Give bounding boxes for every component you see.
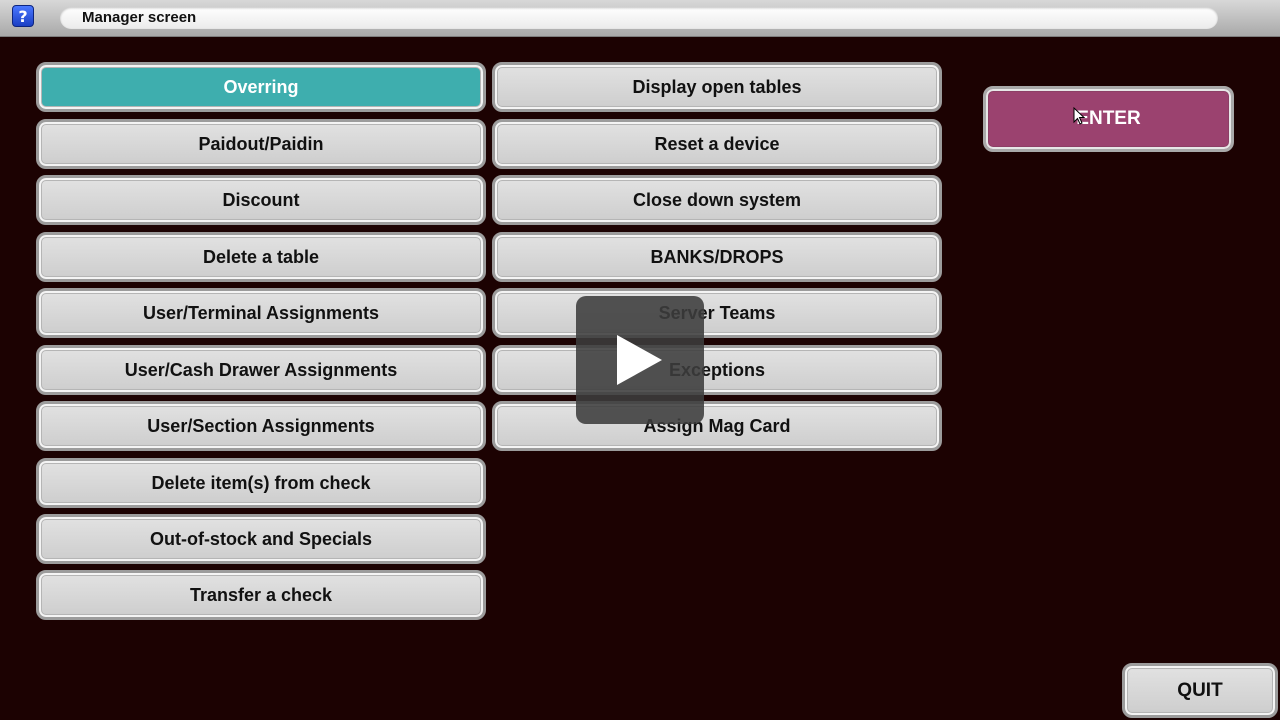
delete-items-from-check-button[interactable]: Delete item(s) from check	[36, 458, 486, 508]
mouse-pointer-icon	[1073, 107, 1085, 125]
display-open-tables-button[interactable]: Display open tables	[492, 62, 942, 112]
user-terminal-assignments-button[interactable]: User/Terminal Assignments	[36, 288, 486, 338]
play-icon	[617, 335, 662, 385]
discount-button[interactable]: Discount	[36, 175, 486, 225]
user-section-assignments-button[interactable]: User/Section Assignments	[36, 401, 486, 451]
reset-device-button[interactable]: Reset a device	[492, 119, 942, 169]
quit-button[interactable]: QUIT	[1122, 663, 1278, 718]
help-icon[interactable]: ?	[12, 5, 34, 27]
paidout-paidin-button[interactable]: Paidout/Paidin	[36, 119, 486, 169]
screen-title: Manager screen	[60, 7, 1218, 29]
close-down-system-button[interactable]: Close down system	[492, 175, 942, 225]
banks-drops-button[interactable]: BANKS/DROPS	[492, 232, 942, 282]
transfer-check-button[interactable]: Transfer a check	[36, 570, 486, 620]
assign-mag-card-button[interactable]: Assign Mag Card	[492, 401, 942, 451]
manager-screen: ? Manager screen Overring Paidout/Paidin…	[0, 0, 1280, 720]
exceptions-button[interactable]: Exceptions	[492, 345, 942, 395]
delete-table-button[interactable]: Delete a table	[36, 232, 486, 282]
title-bar: ? Manager screen	[0, 0, 1280, 37]
out-of-stock-specials-button[interactable]: Out-of-stock and Specials	[36, 514, 486, 564]
overring-button[interactable]: Overring	[36, 62, 486, 112]
video-play-button[interactable]	[576, 296, 704, 424]
enter-button[interactable]: ENTER	[983, 86, 1234, 152]
server-teams-button[interactable]: Server Teams	[492, 288, 942, 338]
user-cash-drawer-assignments-button[interactable]: User/Cash Drawer Assignments	[36, 345, 486, 395]
